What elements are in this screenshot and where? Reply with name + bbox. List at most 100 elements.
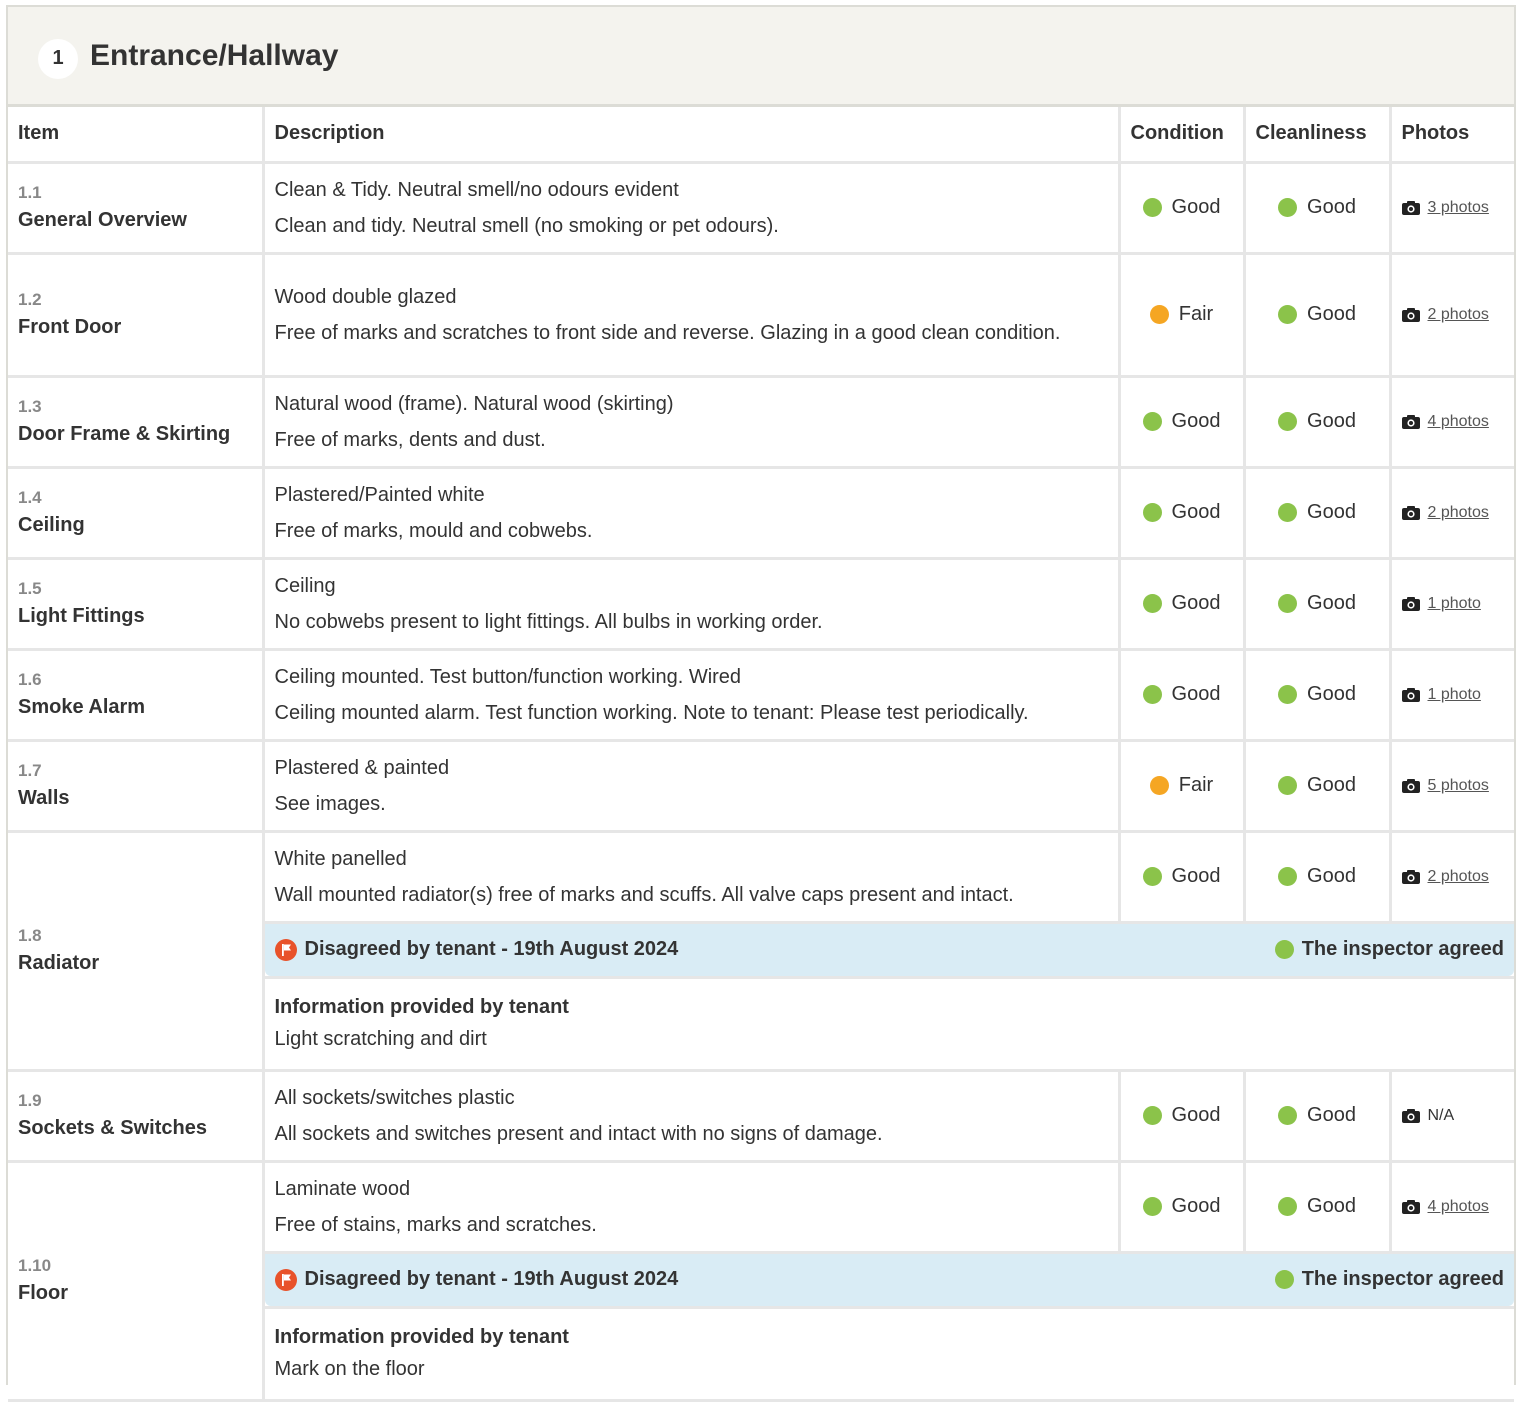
condition-value: Good <box>1171 410 1221 432</box>
header-description: Description <box>261 107 1121 164</box>
status-dot-icon <box>1142 867 1162 886</box>
description-cell: White panelled Wall mounted radiator(s) f… <box>261 829 1121 924</box>
item-name: Door Frame & Skirting <box>18 423 231 445</box>
status-dot-icon <box>1142 1106 1162 1125</box>
condition-cell: Good <box>1117 1068 1246 1163</box>
status-dot-icon <box>1149 776 1169 795</box>
item-number: 1.10 <box>18 1256 52 1275</box>
header-cleanliness: Cleanliness <box>1242 107 1392 164</box>
photos-link[interactable]: 2 photos <box>1428 868 1489 886</box>
photos-na: N/A <box>1427 1106 1455 1124</box>
photos-cell: 3 photos <box>1388 160 1514 255</box>
status-dot-icon <box>1274 1270 1294 1289</box>
status-dot-icon <box>1278 1106 1298 1125</box>
condition-cell: Good <box>1117 1159 1246 1254</box>
tenant-info-title: Information provided by tenant <box>274 995 569 1018</box>
description-cell: Plastered & painted See images. <box>261 738 1121 833</box>
description-line: Wood double glazed <box>274 285 457 308</box>
item-cell: 1.5 Light Fittings <box>8 556 265 651</box>
camera-icon <box>1401 1108 1420 1123</box>
flag-icon <box>274 938 297 961</box>
condition-cell: Good <box>1117 160 1246 255</box>
description-line: Ceiling <box>274 574 336 597</box>
description-line: Ceiling mounted alarm. Test function wor… <box>274 701 1029 724</box>
item-number: 1.9 <box>18 1091 42 1110</box>
camera-icon <box>1401 414 1420 429</box>
flag-icon <box>274 1268 297 1291</box>
table-row: 1.8 Radiator White panelled Wall mounted … <box>8 829 1514 1072</box>
camera-icon <box>1401 1199 1420 1214</box>
table-row: 1.10 Floor Laminate wood Free of stains, … <box>8 1159 1514 1402</box>
cleanliness-value: Good <box>1307 774 1356 796</box>
photos-cell: 1 photo <box>1388 556 1514 651</box>
item-number: 1.8 <box>18 926 42 945</box>
item-name: Floor <box>18 1282 68 1304</box>
inventory-table: Item Description Condition Cleanliness P… <box>8 107 1514 1402</box>
description-line: White panelled <box>274 847 407 870</box>
dispute-cell: Disagreed by tenant - 19th August 2024 T… <box>263 920 1514 979</box>
cleanliness-value: Good <box>1307 592 1356 614</box>
photos-cell: 4 photos <box>1388 374 1514 469</box>
photos-link[interactable]: 2 photos <box>1428 306 1489 324</box>
status-dot-icon <box>1278 776 1298 795</box>
status-dot-icon <box>1278 412 1298 431</box>
item-cell: 1.10 Floor <box>8 1159 265 1402</box>
condition-value: Good <box>1171 865 1221 887</box>
photos-link[interactable]: 2 photos <box>1428 504 1489 522</box>
photos-cell: 1 photo <box>1388 647 1514 742</box>
description-line: Free of stains, marks and scratches. <box>274 1213 597 1236</box>
camera-icon <box>1401 869 1420 884</box>
photos-link[interactable]: 1 photo <box>1428 595 1481 613</box>
inventory-section: 1 Entrance/Hallway Item Description Cond… <box>6 5 1516 1402</box>
item-name: Radiator <box>18 952 100 974</box>
item-number: 1.3 <box>18 397 42 416</box>
condition-cell: Fair <box>1117 251 1246 378</box>
tenant-info-title: Information provided by tenant <box>274 1325 569 1348</box>
camera-icon <box>1401 307 1420 322</box>
photos-link[interactable]: 3 photos <box>1428 199 1489 217</box>
cleanliness-cell: Good <box>1242 1159 1392 1254</box>
item-number: 1.5 <box>18 579 42 598</box>
photos-link[interactable]: 4 photos <box>1428 413 1489 431</box>
dispute-banner: Disagreed by tenant - 19th August 2024 T… <box>264 923 1514 976</box>
status-dot-icon <box>1278 1197 1298 1216</box>
condition-cell: Good <box>1117 556 1246 651</box>
table-row: 1.1 General Overview Clean & Tidy. Neutr… <box>8 160 1514 255</box>
item-name: Walls <box>18 787 70 809</box>
table-row: 1.2 Front Door Wood double glazed Free of… <box>8 251 1514 378</box>
cleanliness-cell: Good <box>1242 738 1392 833</box>
cleanliness-value: Good <box>1307 303 1356 325</box>
status-dot-icon <box>1274 940 1294 959</box>
table-row: 1.4 Ceiling Plastered/Painted white Free … <box>8 465 1514 560</box>
cleanliness-value: Good <box>1307 865 1356 887</box>
item-cell: 1.4 Ceiling <box>8 465 265 560</box>
description-line: Plastered/Painted white <box>274 483 485 506</box>
description-line: Free of marks and scratches to front sid… <box>274 321 1061 344</box>
status-dot-icon <box>1278 867 1298 886</box>
description-line: No cobwebs present to light fittings. Al… <box>274 610 823 633</box>
item-cell: 1.3 Door Frame & Skirting <box>8 374 265 469</box>
condition-value: Good <box>1171 501 1221 523</box>
cleanliness-cell: Good <box>1242 647 1392 742</box>
condition-cell: Good <box>1117 647 1246 742</box>
description-cell: All sockets/switches plastic All sockets … <box>261 1068 1121 1163</box>
header-photos: Photos <box>1388 107 1514 164</box>
tenant-info-text: Light scratching and dirt <box>274 1027 487 1050</box>
photos-cell: 2 photos <box>1388 829 1514 924</box>
header-item: Item <box>8 107 265 164</box>
photos-link[interactable]: 1 photo <box>1428 686 1481 704</box>
item-cell: 1.9 Sockets & Switches <box>8 1068 265 1163</box>
photos-link[interactable]: 4 photos <box>1428 1198 1489 1216</box>
dispute-banner: Disagreed by tenant - 19th August 2024 T… <box>264 1253 1514 1306</box>
description-cell: Ceiling mounted. Test button/function wo… <box>261 647 1121 742</box>
description-line: See images. <box>274 792 386 815</box>
description-cell: Laminate wood Free of stains, marks and s… <box>261 1159 1121 1254</box>
item-name: Smoke Alarm <box>18 696 146 718</box>
description-line: Laminate wood <box>274 1177 411 1200</box>
condition-cell: Fair <box>1117 738 1246 833</box>
item-cell: 1.8 Radiator <box>8 829 265 1072</box>
photos-link[interactable]: 5 photos <box>1428 777 1489 795</box>
condition-cell: Good <box>1117 465 1246 560</box>
cleanliness-cell: Good <box>1242 465 1392 560</box>
cleanliness-cell: Good <box>1242 160 1392 255</box>
